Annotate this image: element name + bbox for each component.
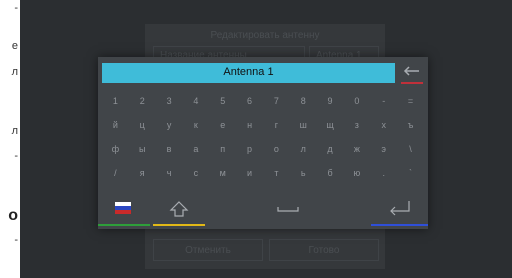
keyboard-key[interactable]: 4: [182, 89, 209, 113]
backspace-arrow-icon: [401, 66, 423, 84]
keyboard-key[interactable]: ъ: [397, 113, 424, 137]
fragment-text: л: [11, 125, 18, 137]
keyboard-key[interactable]: 8: [290, 89, 317, 113]
keyboard-key[interactable]: щ: [317, 113, 344, 137]
keyboard-key[interactable]: с: [182, 161, 209, 185]
enter-button[interactable]: [371, 193, 428, 229]
keyboard-key[interactable]: а: [182, 137, 209, 161]
keyboard-key[interactable]: ю: [343, 161, 370, 185]
fragment-text: -: [14, 234, 18, 246]
keyboard-key[interactable]: 6: [236, 89, 263, 113]
function-key-row: [98, 193, 428, 229]
fragment-text: л: [11, 66, 18, 78]
language-underline: [98, 224, 150, 226]
keyboard-key[interactable]: д: [317, 137, 344, 161]
keyboard-key[interactable]: -: [370, 89, 397, 113]
keyboard-key[interactable]: `: [397, 161, 424, 185]
keyboard-key[interactable]: ф: [102, 137, 129, 161]
keyboard-key[interactable]: ч: [156, 161, 183, 185]
fragment-text: e: [11, 40, 18, 52]
keyboard-key[interactable]: и: [236, 161, 263, 185]
keyboard-key[interactable]: р: [236, 137, 263, 161]
cancel-button[interactable]: Отменить: [153, 239, 263, 261]
keyboard-key[interactable]: 2: [129, 89, 156, 113]
dialog-title: Редактировать антенну: [210, 30, 320, 41]
keyboard-key[interactable]: ш: [290, 113, 317, 137]
fragment-text: o: [8, 207, 18, 224]
done-button-label: Готово: [308, 245, 340, 256]
keyboard-row-3: / я ч с м и т ь б ю. `: [102, 161, 424, 185]
keyboard-key[interactable]: ж: [343, 137, 370, 161]
keyboard-key[interactable]: г: [263, 113, 290, 137]
fragment-text: -: [14, 150, 18, 162]
space-button[interactable]: [208, 193, 368, 229]
keyboard-key[interactable]: э: [370, 137, 397, 161]
keyboard-key[interactable]: 7: [263, 89, 290, 113]
done-button[interactable]: Готово: [269, 239, 379, 261]
keyboard-key[interactable]: з: [343, 113, 370, 137]
keyboard-key[interactable]: т: [263, 161, 290, 185]
keyboard-key[interactable]: х: [370, 113, 397, 137]
keyboard-key[interactable]: б: [317, 161, 344, 185]
keyboard-key[interactable]: й: [102, 113, 129, 137]
tv-screen: Редактировать антенну Название антенны A…: [20, 0, 512, 278]
keyboard-key[interactable]: .: [370, 161, 397, 185]
keyboard-key[interactable]: ц: [129, 113, 156, 137]
keyboard-key[interactable]: \: [397, 137, 424, 161]
onscreen-keyboard: Antenna 1 1 2 3 4 5 6 7 8 9 0- = йцукенгшщзхъ фыва…: [98, 57, 428, 229]
keyboard-key[interactable]: 9: [317, 89, 344, 113]
space-bar-icon: [277, 207, 299, 212]
language-button[interactable]: [98, 193, 150, 229]
keyboard-row-2: ф ы в а п р о л д ж э \: [102, 137, 424, 161]
keyboard-key[interactable]: в: [156, 137, 183, 161]
keyboard-key[interactable]: к: [182, 113, 209, 137]
keyboard-key[interactable]: я: [129, 161, 156, 185]
keyboard-key[interactable]: о: [263, 137, 290, 161]
keyboard-input-field[interactable]: Antenna 1: [102, 63, 395, 83]
left-page-fragment: - e л л - o -: [0, 0, 20, 278]
keyboard-key[interactable]: 1: [102, 89, 129, 113]
shift-button[interactable]: [153, 193, 205, 229]
input-value: Antenna 1: [223, 66, 274, 78]
keyboard-key[interactable]: /: [102, 161, 129, 185]
keyboard-key[interactable]: у: [156, 113, 183, 137]
cancel-button-label: Отменить: [185, 245, 231, 256]
enter-underline: [371, 224, 428, 226]
keyboard-key[interactable]: п: [209, 137, 236, 161]
backspace-button[interactable]: [399, 59, 425, 85]
keyboard-row-1: йцукенгшщзхъ: [102, 113, 424, 137]
keyboard-key[interactable]: е: [209, 113, 236, 137]
keyboard-key[interactable]: =: [397, 89, 424, 113]
keyboard-key[interactable]: 0: [343, 89, 370, 113]
keyboard-key[interactable]: л: [290, 137, 317, 161]
shift-underline: [153, 224, 205, 226]
keyboard-key[interactable]: ы: [129, 137, 156, 161]
keyboard-key[interactable]: 3: [156, 89, 183, 113]
keyboard-key[interactable]: 5: [209, 89, 236, 113]
keyboard-key[interactable]: ь: [290, 161, 317, 185]
fragment-text: -: [14, 2, 18, 14]
keyboard-key[interactable]: н: [236, 113, 263, 137]
keyboard-key[interactable]: м: [209, 161, 236, 185]
keyboard-row-numbers: 1 2 3 4 5 6 7 8 9 0- =: [102, 89, 424, 113]
